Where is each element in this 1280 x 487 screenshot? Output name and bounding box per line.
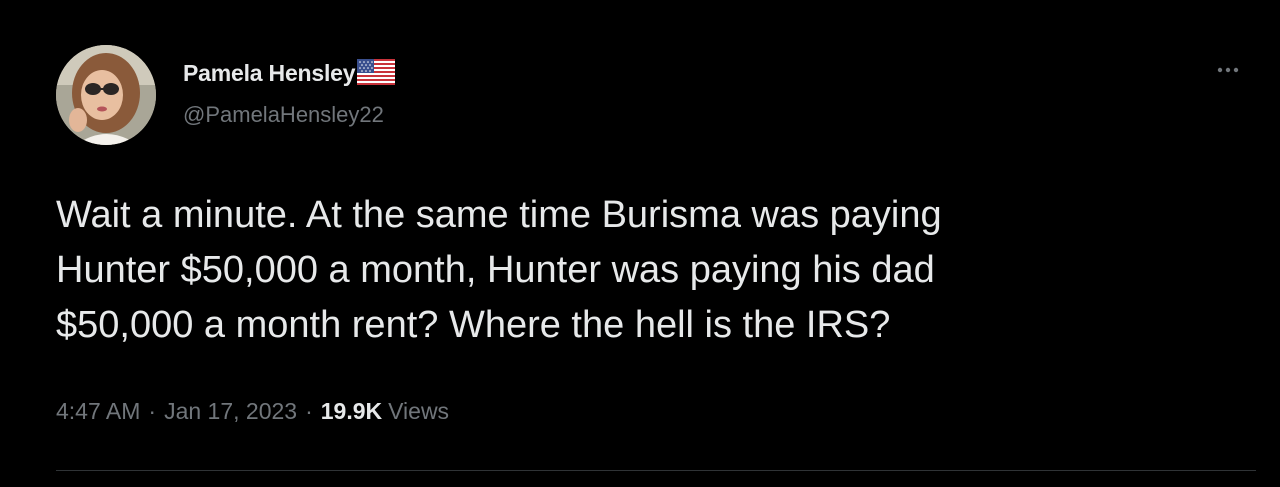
tweet-date[interactable]: Jan 17, 2023 <box>164 398 297 425</box>
meta-separator: · <box>305 398 313 424</box>
avatar-photo <box>56 45 156 145</box>
tweet-card: Pamela Hensley @PamelaHensley22 Wait a m… <box>0 0 1280 487</box>
divider <box>56 470 1256 471</box>
meta-separator: · <box>148 398 157 424</box>
tweet-meta: 4:47 AM · Jan 17, 2023 · 19.9K Views <box>56 398 449 425</box>
more-options-icon <box>1217 67 1239 73</box>
tweet-time[interactable]: 4:47 AM <box>56 398 140 425</box>
author-handle[interactable]: @PamelaHensley22 <box>183 102 384 128</box>
views-count: 19.9K <box>320 398 383 424</box>
author-name-row[interactable]: Pamela Hensley <box>183 58 396 90</box>
views-label: Views <box>388 398 450 424</box>
us-flag-icon <box>357 58 396 90</box>
tweet-text: Wait a minute. At the same time Burisma … <box>56 194 942 346</box>
more-options-button[interactable] <box>1210 58 1246 82</box>
avatar[interactable] <box>56 45 156 145</box>
display-name[interactable]: Pamela Hensley <box>183 60 356 87</box>
